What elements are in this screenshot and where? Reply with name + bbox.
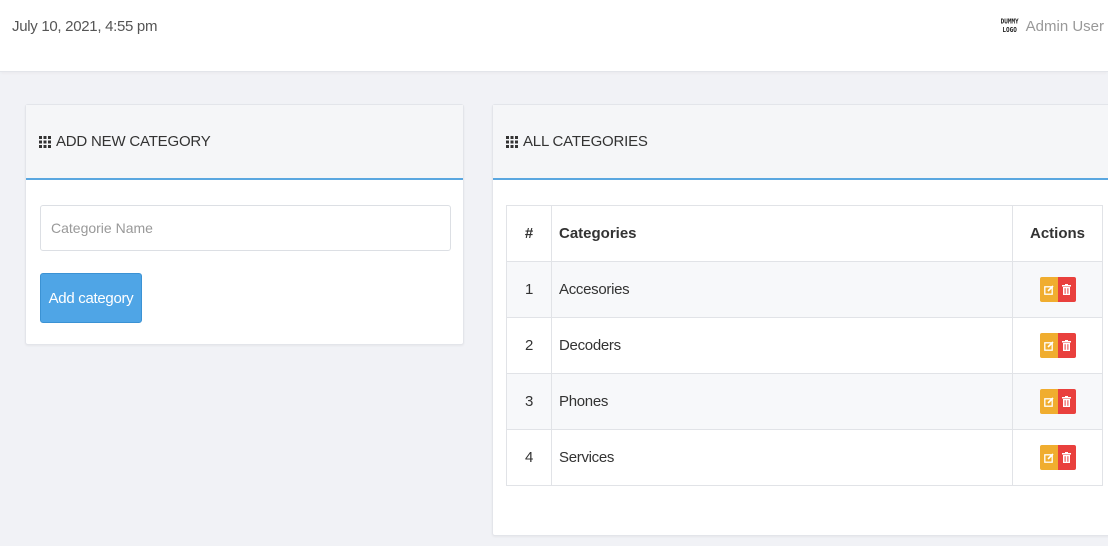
table-header-row: # Categories Actions bbox=[506, 205, 1103, 262]
panel-title: ADD NEW CATEGORY bbox=[56, 133, 211, 150]
grid-icon bbox=[506, 135, 518, 148]
trash-icon bbox=[1062, 396, 1071, 407]
category-name-input[interactable] bbox=[40, 205, 451, 251]
table-row: 3 Phones bbox=[506, 373, 1103, 430]
category-name: Accesories bbox=[551, 261, 1013, 318]
current-datetime: July 10, 2021, 4:55 pm bbox=[12, 18, 158, 35]
delete-button[interactable] bbox=[1057, 445, 1076, 470]
category-name: Phones bbox=[551, 373, 1013, 430]
add-category-heading: ADD NEW CATEGORY bbox=[26, 105, 463, 180]
row-number: 4 bbox=[506, 429, 552, 486]
trash-icon bbox=[1062, 284, 1071, 295]
row-number: 2 bbox=[506, 317, 552, 374]
panel-title: ALL CATEGORIES bbox=[523, 133, 648, 150]
row-actions bbox=[1012, 373, 1103, 430]
row-number: 1 bbox=[506, 261, 552, 318]
delete-button[interactable] bbox=[1057, 277, 1076, 302]
add-category-button[interactable]: Add category bbox=[40, 273, 142, 323]
all-categories-heading: ALL CATEGORIES bbox=[493, 105, 1108, 180]
user-name[interactable]: Admin User bbox=[1026, 18, 1104, 35]
edit-icon bbox=[1043, 340, 1054, 351]
row-number: 3 bbox=[506, 373, 552, 430]
top-bar: July 10, 2021, 4:55 pm DUMMY LOGO Admin … bbox=[0, 0, 1108, 72]
grid-icon bbox=[39, 135, 51, 148]
table-row: 4 Services bbox=[506, 429, 1103, 486]
user-menu[interactable]: DUMMY LOGO Admin User bbox=[1000, 16, 1104, 36]
row-actions bbox=[1012, 317, 1103, 374]
edit-icon bbox=[1043, 396, 1054, 407]
trash-icon bbox=[1062, 452, 1071, 463]
edit-button[interactable] bbox=[1039, 445, 1058, 470]
column-header-actions: Actions bbox=[1012, 205, 1103, 262]
column-header-categories: Categories bbox=[551, 205, 1013, 262]
edit-icon bbox=[1043, 284, 1054, 295]
all-categories-panel: ALL CATEGORIES # Categories Actions 1 Ac… bbox=[492, 104, 1108, 536]
logo-icon: DUMMY LOGO bbox=[1000, 17, 1019, 35]
add-category-panel: ADD NEW CATEGORY Add category bbox=[25, 104, 464, 345]
edit-button[interactable] bbox=[1039, 277, 1058, 302]
row-actions bbox=[1012, 261, 1103, 318]
row-actions bbox=[1012, 429, 1103, 486]
edit-button[interactable] bbox=[1039, 389, 1058, 414]
edit-button[interactable] bbox=[1039, 333, 1058, 358]
table-row: 2 Decoders bbox=[506, 317, 1103, 374]
category-name: Services bbox=[551, 429, 1013, 486]
table-row: 1 Accesories bbox=[506, 261, 1103, 318]
delete-button[interactable] bbox=[1057, 333, 1076, 358]
trash-icon bbox=[1062, 340, 1071, 351]
categories-table: # Categories Actions 1 Accesories 2 Deco… bbox=[506, 205, 1103, 486]
column-header-number: # bbox=[506, 205, 552, 262]
edit-icon bbox=[1043, 452, 1054, 463]
category-name: Decoders bbox=[551, 317, 1013, 374]
delete-button[interactable] bbox=[1057, 389, 1076, 414]
